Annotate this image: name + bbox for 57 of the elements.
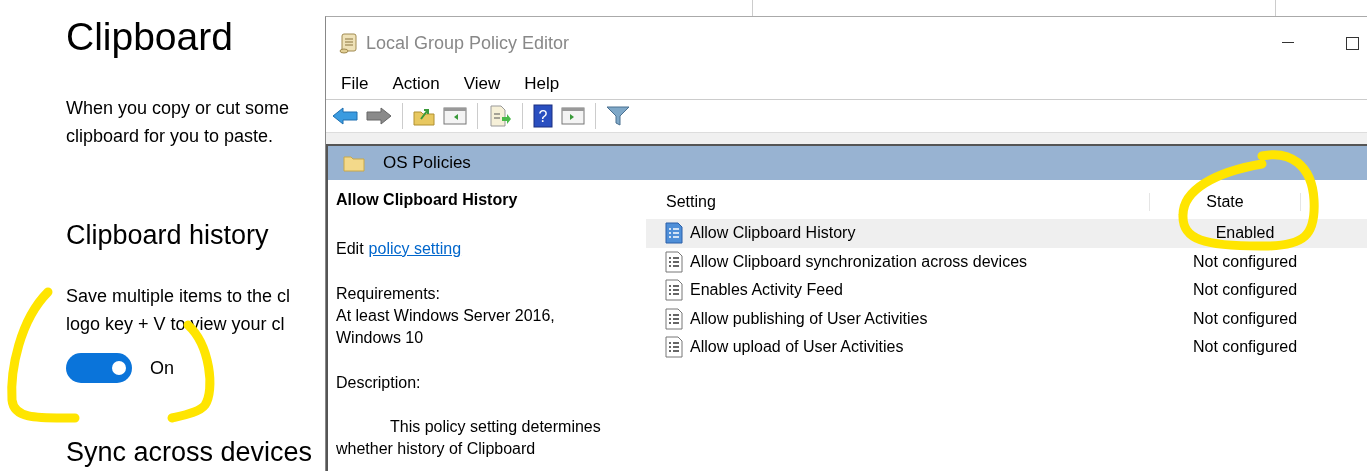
scroll-icon	[338, 32, 360, 54]
page-title: Clipboard	[66, 14, 234, 60]
column-header[interactable]: State	[1150, 193, 1301, 211]
policy-state: Not configured	[1191, 338, 1299, 357]
menu-item[interactable]: Action	[392, 74, 440, 94]
description-text: whether history of Clipboard	[336, 439, 537, 459]
menu-item[interactable]: Help	[524, 74, 560, 94]
minimize-icon[interactable]	[1282, 42, 1294, 44]
policy-name: Allow upload of User Activities	[689, 338, 905, 357]
folder-up-icon[interactable]	[413, 106, 435, 126]
policy-state: Enabled	[1214, 224, 1276, 243]
policy-row[interactable]: Allow Clipboard History Enabled	[646, 219, 1367, 248]
help-icon[interactable]: ?	[533, 104, 553, 128]
description-text: Save multiple items to the cl	[66, 285, 292, 308]
policy-row[interactable]: Allow upload of User Activities Not configured	[646, 333, 1367, 362]
policy-icon	[664, 222, 684, 245]
policy-row[interactable]: Allow Clipboard synchronization across devices Not configured	[646, 247, 1367, 276]
policy-row[interactable]: Enables Activity Feed Not configured	[646, 276, 1367, 305]
requirements-text: At least Windows Server 2016,	[336, 306, 556, 326]
policy-name: Allow publishing of User Activities	[689, 309, 929, 328]
policy-name: Enables Activity Feed	[689, 281, 844, 300]
policy-icon	[664, 336, 684, 359]
toggle-label: On	[150, 357, 174, 379]
description-text: clipboard for you to paste.	[66, 125, 275, 148]
description-label: Description:	[336, 373, 422, 393]
policy-icon	[664, 250, 684, 273]
description-text: This policy setting determines	[389, 417, 602, 437]
policy-setting-link[interactable]: policy setting	[368, 238, 462, 260]
column-header[interactable]: Setting	[646, 193, 1150, 211]
policy-title: Allow Clipboard History	[336, 190, 519, 210]
window-title: Local Group Policy Editor	[366, 32, 570, 54]
description-text: When you copy or cut some	[66, 97, 291, 120]
filter-icon[interactable]	[606, 105, 630, 127]
export-list-icon[interactable]	[488, 105, 512, 127]
menu-item[interactable]: File	[341, 74, 369, 94]
policy-state: Not configured	[1191, 281, 1299, 300]
policy-row[interactable]: Allow publishing of User Activities Not configured	[646, 304, 1367, 333]
policy-name: Allow Clipboard synchronization across devices	[689, 252, 1029, 271]
policy-state: Not configured	[1191, 309, 1299, 328]
menu-item[interactable]: View	[463, 74, 501, 94]
pane-icon[interactable]	[561, 106, 585, 126]
requirements-text: Windows 10	[336, 328, 425, 348]
folder-icon	[343, 154, 365, 172]
section-heading: Sync across devices	[66, 436, 314, 469]
requirements-label: Requirements:	[336, 284, 442, 304]
back-arrow-icon[interactable]	[332, 106, 358, 126]
edit-label: Edit	[336, 239, 364, 259]
maximize-icon[interactable]	[1346, 36, 1359, 50]
forward-arrow-icon[interactable]	[366, 106, 392, 126]
pane-icon[interactable]	[443, 106, 467, 126]
policy-state: Not configured	[1191, 252, 1299, 271]
panel-title: OS Policies	[383, 153, 471, 173]
policy-icon	[664, 307, 684, 330]
policy-icon	[664, 279, 684, 302]
section-heading: Clipboard history	[66, 219, 270, 252]
toggle-switch[interactable]	[66, 353, 132, 383]
policy-name: Allow Clipboard History	[689, 224, 857, 243]
